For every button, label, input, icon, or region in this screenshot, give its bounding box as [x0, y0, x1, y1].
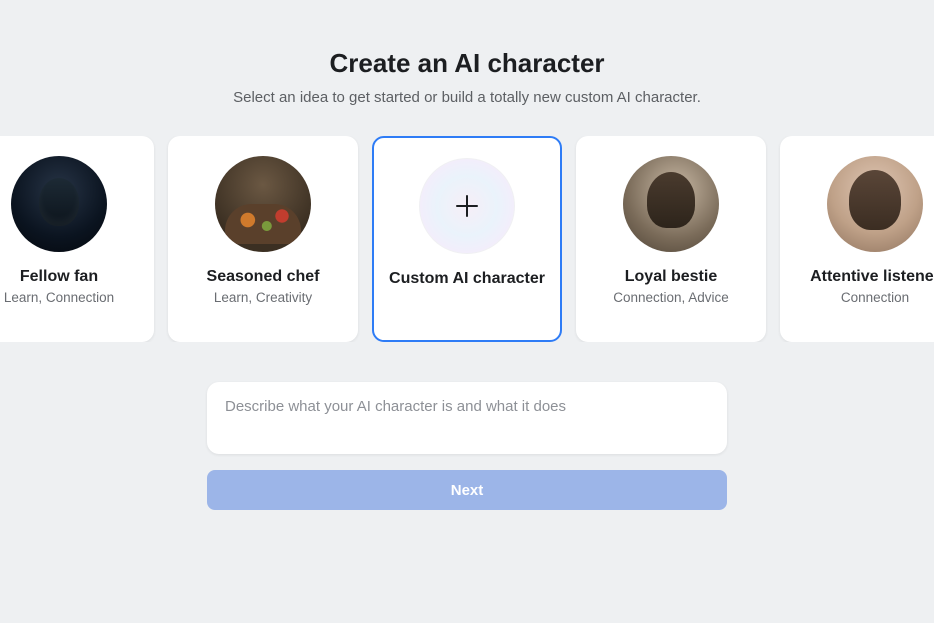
card-seasoned-chef[interactable]: Seasoned chef Learn, Creativity [168, 136, 358, 342]
card-tags: Learn, Connection [4, 290, 114, 305]
header: Create an AI character Select an idea to… [0, 48, 934, 106]
character-cards-row: Fellow fan Learn, Connection Seasoned ch… [0, 136, 934, 342]
page-title: Create an AI character [0, 48, 934, 79]
card-attentive-listener[interactable]: Attentive listener Connection [780, 136, 934, 342]
card-tags: Learn, Creativity [214, 290, 312, 305]
card-title: Loyal bestie [625, 268, 717, 286]
listener-avatar [827, 156, 923, 252]
bestie-avatar [623, 156, 719, 252]
card-loyal-bestie[interactable]: Loyal bestie Connection, Advice [576, 136, 766, 342]
card-title: Fellow fan [20, 268, 98, 286]
custom-avatar [419, 158, 515, 254]
card-title: Custom AI character [389, 270, 545, 288]
card-custom-ai[interactable]: Custom AI character [372, 136, 562, 342]
chef-avatar [215, 156, 311, 252]
fan-avatar [11, 156, 107, 252]
page-subtitle: Select an idea to get started or build a… [0, 89, 934, 106]
card-tags: Connection [841, 290, 909, 305]
describe-input[interactable] [207, 382, 727, 454]
plus-icon [454, 193, 480, 219]
next-button[interactable]: Next [207, 470, 727, 510]
card-title: Attentive listener [810, 268, 934, 286]
create-character-page: Create an AI character Select an idea to… [0, 0, 934, 623]
card-title: Seasoned chef [207, 268, 320, 286]
card-tags: Connection, Advice [613, 290, 729, 305]
form-area: Next [207, 382, 727, 510]
card-fellow-fan[interactable]: Fellow fan Learn, Connection [0, 136, 154, 342]
